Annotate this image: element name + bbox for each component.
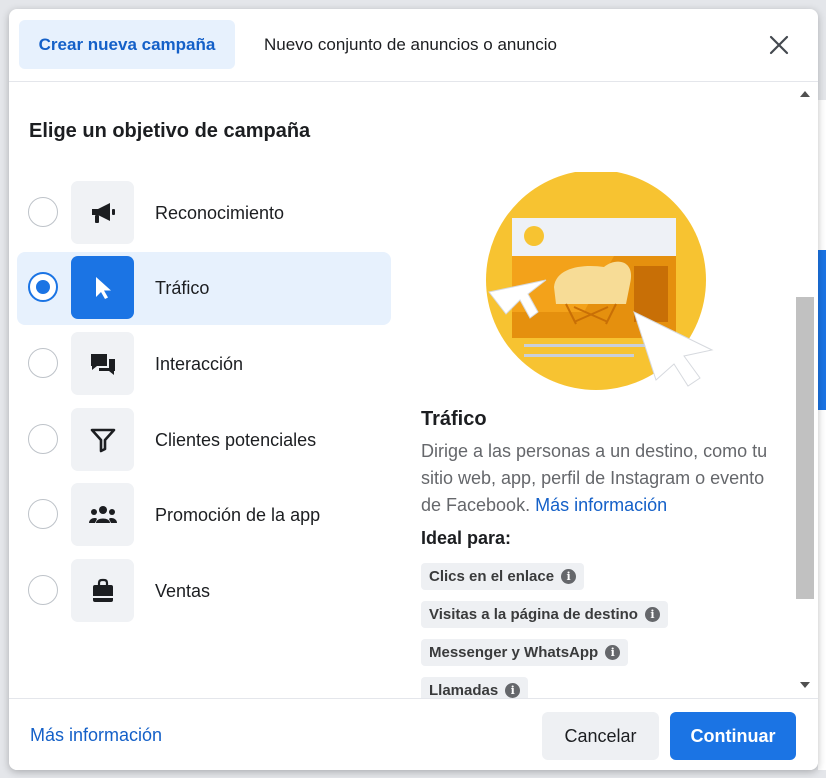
ideal-for-chip: Messenger y WhatsApp i: [421, 639, 629, 666]
background-page: [0, 0, 826, 9]
arrow-down-icon: [800, 682, 810, 688]
objective-option-sales[interactable]: Ventas: [17, 555, 391, 628]
objective-section-title: Elige un objetivo de campaña: [29, 120, 311, 142]
objective-label: Interacción: [155, 354, 244, 374]
chip-label: Llamadas: [429, 682, 499, 698]
chip-label: Clics en el enlace: [429, 568, 555, 585]
radio-button[interactable]: [28, 499, 58, 529]
chip-label: Visitas a la página de destino: [429, 606, 638, 623]
scroll-down-button[interactable]: [792, 675, 818, 695]
people-icon: [88, 505, 117, 523]
close-button[interactable]: [761, 27, 797, 63]
info-icon[interactable]: i: [505, 683, 521, 698]
close-icon: [769, 35, 789, 55]
objective-label: Promoción de la app: [155, 505, 321, 525]
ideal-for-chip: Clics en el enlace i: [421, 563, 585, 590]
scroll-thumb[interactable]: [796, 297, 814, 599]
ideal-for-label: Ideal para:: [421, 528, 512, 548]
tab-new-ad-set-or-ad[interactable]: Nuevo conjunto de anuncios o anuncio: [264, 20, 557, 69]
background-right-accent: [818, 250, 826, 410]
arrow-up-icon: [800, 91, 810, 97]
megaphone-icon: [91, 202, 115, 223]
objective-option-leads[interactable]: Clientes potenciales: [17, 404, 391, 477]
cursor-icon: [95, 276, 111, 299]
objective-icon-tile: [71, 559, 134, 622]
radio-button[interactable]: [28, 348, 58, 378]
radio-button[interactable]: [28, 424, 58, 454]
objective-label: Clientes potenciales: [155, 430, 317, 450]
traffic-illustration: [484, 170, 724, 407]
objective-option-traffic[interactable]: Tráfico: [17, 252, 391, 325]
dialog-scrollbar[interactable]: [792, 82, 818, 698]
scroll-up-button[interactable]: [792, 84, 818, 104]
shopping-bag-icon: [92, 578, 113, 602]
objective-label: Tráfico: [155, 278, 210, 298]
objective-option-engagement[interactable]: Interacción: [17, 328, 391, 401]
chip-label: Messenger y WhatsApp: [429, 644, 599, 661]
learn-more-link[interactable]: Más información: [535, 495, 667, 515]
objective-icon-tile: [71, 332, 134, 395]
objective-icon-tile: [71, 408, 134, 471]
radio-button-checked[interactable]: [28, 272, 58, 302]
objective-icon-tile: [71, 256, 134, 319]
dialog-footer: Más información Cancelar Continuar: [9, 698, 818, 770]
objective-option-awareness[interactable]: Reconocimiento: [17, 177, 391, 250]
tab-create-new-campaign[interactable]: Crear nueva campaña: [19, 20, 235, 69]
objective-option-app-promotion[interactable]: Promoción de la app: [17, 479, 391, 552]
cancel-button[interactable]: Cancelar: [542, 712, 659, 760]
continue-button[interactable]: Continuar: [670, 712, 796, 760]
info-icon[interactable]: i: [605, 645, 621, 660]
dialog-body: Elige un objetivo de campaña Reconocimie…: [9, 82, 818, 698]
ideal-for-chip: Visitas a la página de destino i: [421, 601, 668, 628]
objective-icon-tile: [71, 181, 134, 244]
objective-label: Ventas: [155, 581, 211, 601]
objective-icon-tile: [71, 483, 134, 546]
objective-label: Reconocimiento: [155, 203, 285, 223]
funnel-icon: [90, 428, 115, 452]
objective-detail-title: Tráfico: [421, 408, 487, 430]
objective-detail-description: Dirige a las personas a un destino, como…: [421, 438, 771, 519]
create-campaign-dialog: Crear nueva campaña Nuevo conjunto de an…: [9, 9, 818, 770]
info-icon[interactable]: i: [644, 607, 660, 622]
background-right-panel: [818, 100, 826, 770]
footer-learn-more-link[interactable]: Más información: [30, 699, 162, 770]
dialog-header: Crear nueva campaña Nuevo conjunto de an…: [9, 9, 818, 82]
chat-bubbles-icon: [90, 353, 115, 375]
radio-button[interactable]: [28, 197, 58, 227]
info-icon[interactable]: i: [561, 569, 577, 584]
radio-button[interactable]: [28, 575, 58, 605]
ideal-for-chip: Llamadas i: [421, 677, 529, 698]
